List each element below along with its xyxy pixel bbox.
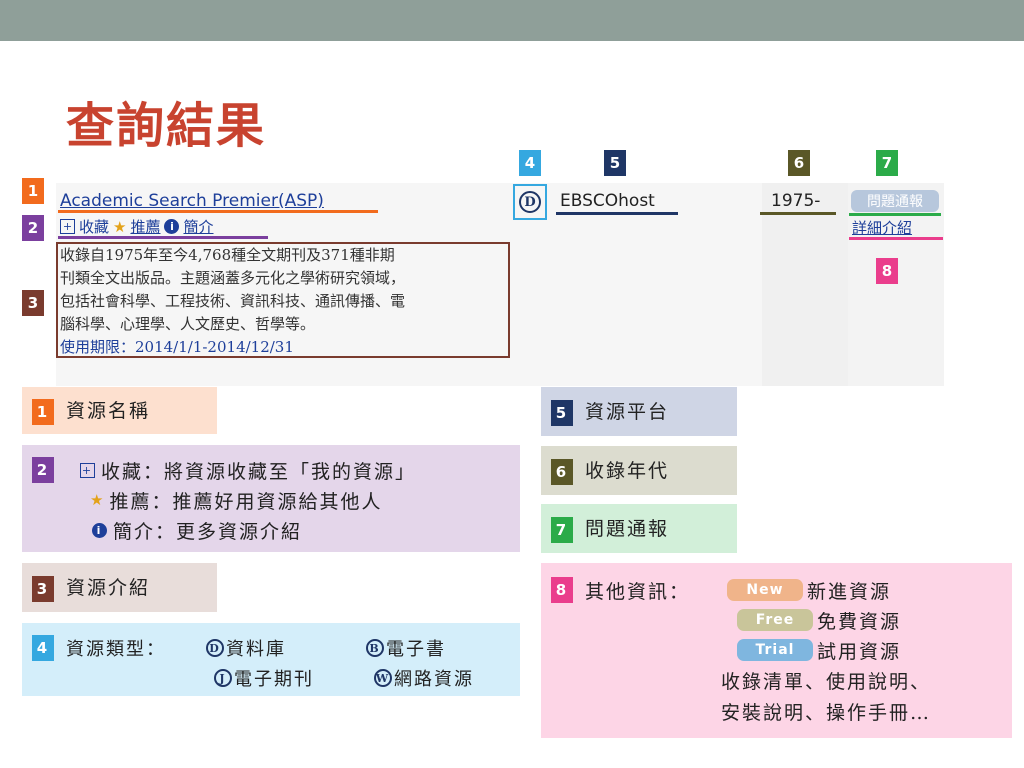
legend-label: 資源名稱 (66, 400, 151, 422)
legend-actions: 2 + 收藏：將資源收藏至「我的資源」 ★ 推薦：推薦好用資源給其他人 i 簡介… (22, 445, 520, 552)
marker-5: 5 (604, 150, 626, 176)
marker-7: 7 (876, 150, 898, 176)
legend-extra-line: 安裝說明、操作手冊… (721, 702, 932, 724)
legend-marker-1: 1 (32, 399, 54, 425)
platform-name: EBSCOhost (560, 191, 655, 211)
legend-line: 收藏：將資源收藏至「我的資源」 (101, 460, 417, 483)
usage-period: 使用期限：2014/1/1-2014/12/31 (60, 338, 294, 356)
star-icon: ★ (90, 491, 106, 509)
marker-1-underline (58, 210, 378, 213)
legend-extra-line: 收錄清單、使用說明、 (721, 671, 932, 693)
marker-8-underline (849, 237, 943, 240)
free-tag: Free (737, 609, 813, 631)
star-icon[interactable]: ★ (113, 218, 126, 236)
info-icon[interactable]: i (164, 219, 180, 234)
marker-2: 2 (22, 215, 44, 241)
description-line: 腦科學、心理學、人文歷史、哲學等。 (60, 315, 316, 333)
type-label: 電子書 (386, 639, 446, 660)
tag-description: 試用資源 (817, 640, 902, 663)
tag-description: 免費資源 (817, 610, 902, 633)
legend-other-info: 8 其他資訊： New 新進資源 Free 免費資源 Trial 試用資源 收錄… (541, 563, 1012, 738)
ebook-icon: B (366, 639, 384, 657)
marker-8: 8 (876, 258, 898, 284)
legend-label: 資源類型： (66, 639, 166, 660)
legend-line: 簡介：更多資源介紹 (113, 520, 303, 543)
resource-type-box: D (513, 184, 547, 220)
plus-box-icon[interactable]: + (60, 219, 75, 234)
plus-box-icon: + (80, 462, 95, 478)
type-label: 資料庫 (226, 639, 286, 660)
recommend-link[interactable]: 推薦 (130, 216, 160, 237)
coverage-years: 1975- (771, 191, 821, 211)
resource-actions: + 收藏 ★ 推薦 i 簡介 (60, 216, 214, 237)
new-tag: New (727, 579, 803, 601)
problem-report-button[interactable]: 問題通報 (851, 190, 939, 212)
database-type-icon: D (519, 191, 541, 213)
description-line: 刊類全文出版品。主題涵蓋多元化之學術研究領域， (60, 269, 406, 287)
legend-marker-2: 2 (32, 457, 54, 483)
legend-line: 推薦：推薦好用資源給其他人 (109, 490, 383, 513)
marker-4: 4 (519, 150, 541, 176)
marker-1: 1 (22, 178, 44, 204)
web-resource-icon: W (374, 669, 392, 687)
legend-resource-name: 1 資源名稱 (22, 387, 217, 434)
legend-marker-5: 5 (551, 400, 573, 426)
intro-link[interactable]: 簡介 (183, 216, 213, 237)
marker-3: 3 (22, 290, 44, 316)
legend-report: 7 問題通報 (541, 504, 737, 553)
collect-link[interactable]: 收藏 (79, 216, 109, 237)
type-label: 電子期刊 (234, 669, 314, 690)
detail-link[interactable]: 詳細介紹 (852, 217, 912, 238)
tag-description: 新進資源 (807, 580, 892, 603)
legend-platform: 5 資源平台 (541, 387, 737, 436)
legend-marker-6: 6 (551, 459, 573, 485)
legend-marker-3: 3 (32, 576, 54, 602)
marker-6: 6 (788, 150, 810, 176)
top-banner (0, 0, 1024, 41)
page-title: 查詢結果 (66, 98, 267, 154)
ejournal-icon: J (214, 669, 232, 687)
legend-label: 資源介紹 (66, 577, 151, 599)
info-icon: i (92, 522, 107, 538)
legend-resource-type: 4 資源類型： D 資料庫 B 電子書 J 電子期刊 W 網路資源 (22, 623, 520, 696)
database-icon: D (206, 639, 224, 657)
legend-label: 資源平台 (585, 401, 670, 423)
marker-6-underline (760, 212, 836, 215)
legend-marker-7: 7 (551, 517, 573, 543)
type-label: 網路資源 (394, 669, 474, 690)
resource-name-link[interactable]: Academic Search Premier(ASP) (60, 191, 324, 211)
description-line: 包括社會科學、工程技術、資訊科技、通訊傳播、電 (60, 292, 406, 310)
marker-5-underline (556, 212, 678, 215)
marker-2-underline (58, 236, 268, 239)
description-line: 收錄自1975年至今4,768種全文期刊及371種非期 (60, 246, 395, 264)
marker-7-underline (849, 213, 941, 216)
legend-marker-8: 8 (551, 577, 573, 603)
legend-label: 其他資訊： (585, 580, 691, 603)
legend-label: 收錄年代 (585, 460, 670, 482)
legend-resource-intro: 3 資源介紹 (22, 563, 217, 612)
resource-description: 收錄自1975年至今4,768種全文期刊及371種非期 刊類全文出版品。主題涵蓋… (56, 242, 510, 358)
trial-tag: Trial (737, 639, 813, 661)
legend-marker-4: 4 (32, 635, 54, 661)
legend-coverage: 6 收錄年代 (541, 446, 737, 495)
legend-label: 問題通報 (585, 518, 670, 540)
